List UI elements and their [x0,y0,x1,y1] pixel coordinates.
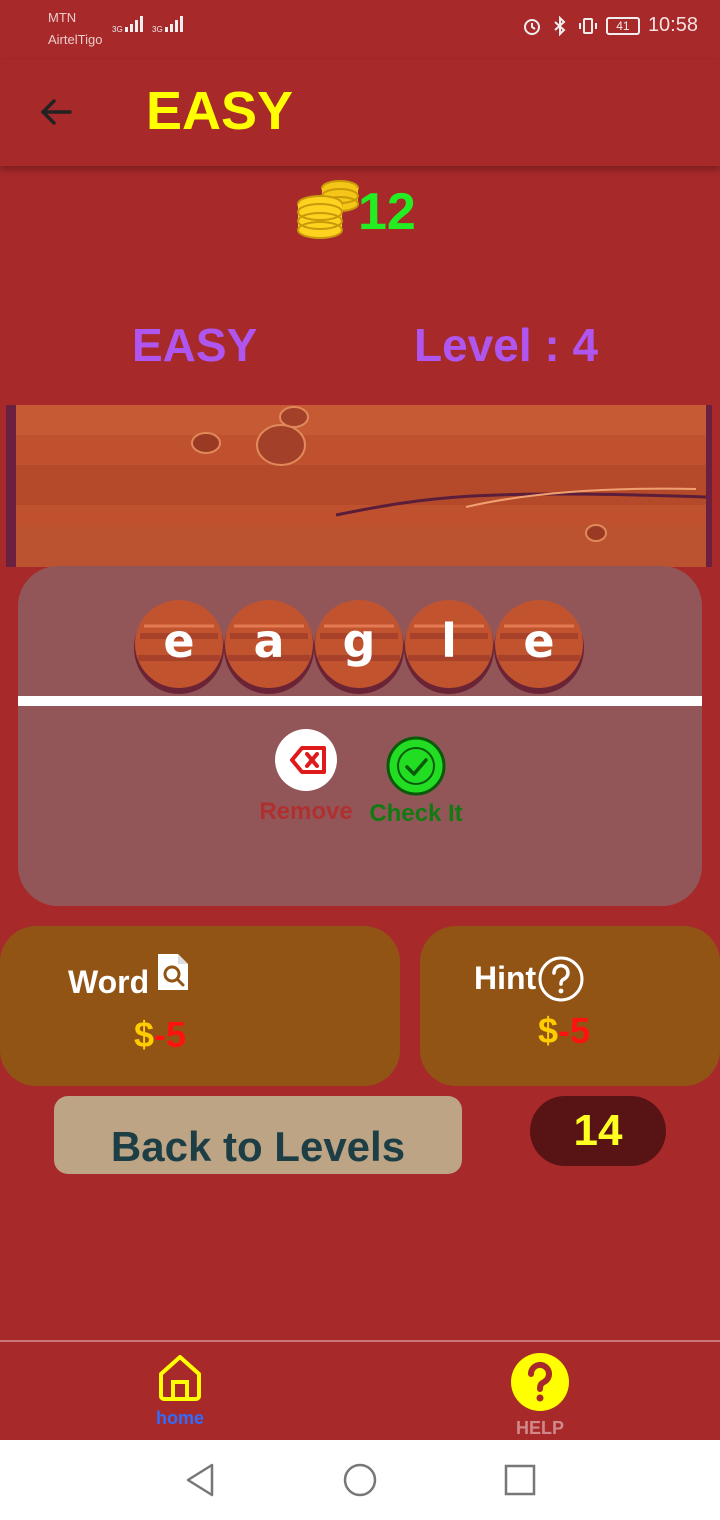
letter-tiles: e a g l e [134,596,584,696]
checkmark-icon [386,736,446,796]
document-search-icon [158,954,188,990]
status-bar: MTN AirtelTigo 3G 3G 41 10:58 [0,0,720,60]
nav-home[interactable]: home [120,1352,240,1429]
bottom-navigation: home HELP [0,1340,720,1440]
word-reveal-button[interactable]: Word $-5 [0,926,400,1086]
system-home-icon[interactable] [340,1460,380,1500]
word-cost: $-5 [134,1014,187,1055]
back-to-levels-button[interactable]: Back to Levels [54,1096,462,1174]
hint-cost: $-5 [538,1010,591,1051]
coin-balance: 12 [296,176,416,242]
hint-button[interactable]: Hint $-5 [420,926,720,1086]
word-card-title: Word [68,964,150,1000]
bluetooth-icon [554,15,566,36]
system-navigation-bar [0,1440,720,1520]
carrier-name-2: AirtelTigo [48,32,103,47]
counter-badge: 14 [530,1096,666,1166]
nav-help-label: HELP [515,1418,564,1438]
word-panel: e a g l e Remove Check It [18,566,702,906]
alarm-icon [523,18,540,35]
letter-tile[interactable]: g [314,596,404,696]
page-title: EASY [146,81,294,141]
vibrate-icon [578,17,597,34]
letter-tile[interactable]: a [224,596,314,696]
nav-home-label: home [155,1408,204,1428]
system-recents-icon[interactable] [500,1460,540,1500]
hint-card-title: Hint [474,960,537,996]
carrier-name-1: MTN [48,10,77,25]
nav-help[interactable]: HELP [480,1352,600,1439]
difficulty-label: EASY [132,319,258,371]
app-bar: EASY [0,60,720,166]
level-label: Level : 4 [414,319,599,371]
letter-tile[interactable]: l [404,596,494,696]
remove-button[interactable]: Remove [258,728,354,826]
backspace-icon [275,729,337,791]
system-back-icon[interactable] [180,1460,220,1500]
check-it-label: Check It [369,800,463,827]
letter-tile[interactable]: e [134,596,224,696]
question-circle-icon [538,956,584,1002]
battery-icon: 41 [605,16,640,35]
wood-plank-board [6,405,712,567]
home-icon [159,1355,201,1401]
divider [18,696,702,706]
signal-icon-1: 3G [112,16,143,34]
check-it-button[interactable]: Check It [368,736,464,828]
help-icon [511,1353,569,1411]
remove-label: Remove [259,798,353,825]
back-arrow-icon[interactable] [36,92,76,132]
signal-icon-2: 3G [152,16,183,34]
letter-tile[interactable]: e [494,596,584,696]
coin-count: 12 [358,183,416,241]
clock: 10:58 [647,14,698,36]
coins-icon [297,180,359,239]
